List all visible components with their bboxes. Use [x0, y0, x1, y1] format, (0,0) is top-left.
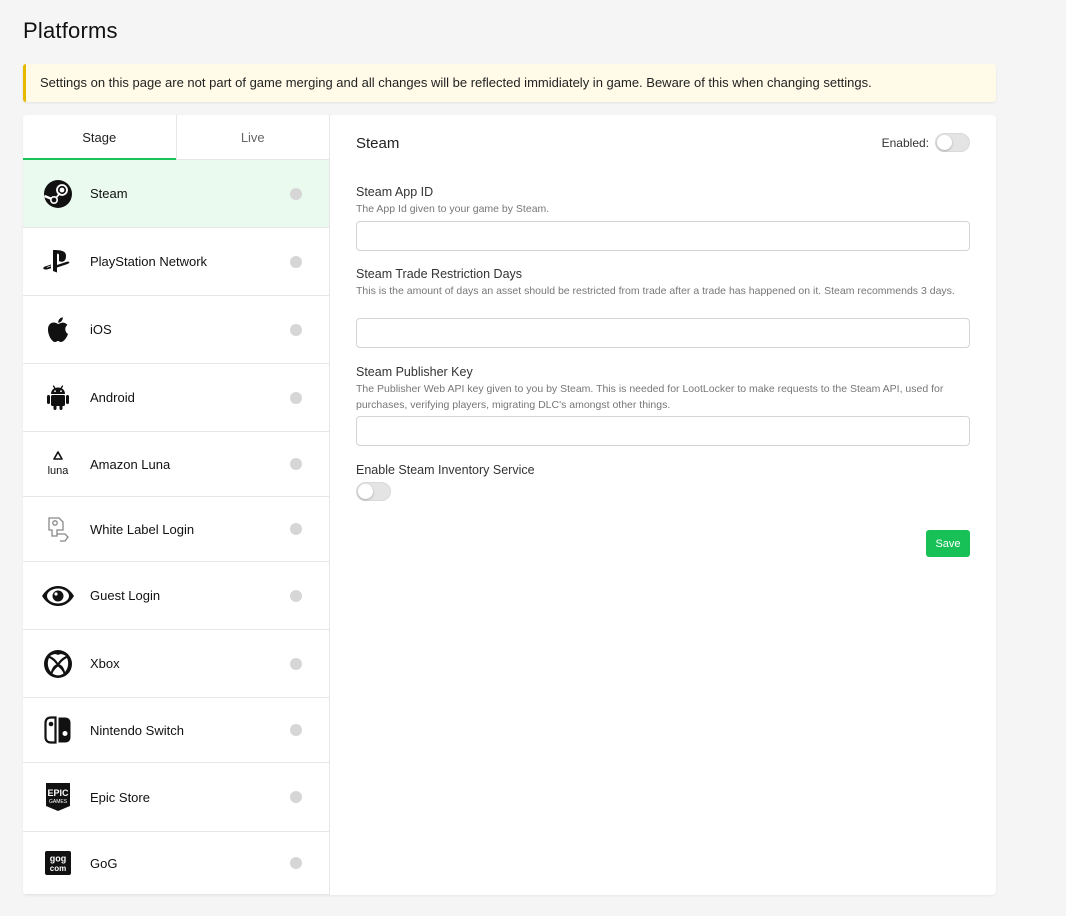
publisher-key-label: Steam Publisher Key: [356, 365, 473, 379]
sidebar-item-steam[interactable]: Steam: [23, 160, 329, 228]
sidebar-item-white-label-login[interactable]: White Label Login: [23, 497, 329, 562]
sidebar-item-gog[interactable]: gog com GoG: [23, 832, 329, 895]
svg-text:com: com: [50, 864, 66, 873]
trade-restriction-label: Steam Trade Restriction Days: [356, 267, 523, 281]
save-button[interactable]: Save: [926, 530, 970, 557]
platform-sidebar: Stage Live Steam PlayStation Network iOS…: [23, 115, 330, 895]
sidebar-item-epic-store[interactable]: EPIC GAMES Epic Store: [23, 763, 329, 832]
sidebar-item-label: Guest Login: [90, 588, 161, 603]
trade-restriction-input[interactable]: [356, 318, 970, 348]
tab-stage[interactable]: Stage: [23, 115, 176, 160]
sidebar-item-playstation-network[interactable]: PlayStation Network: [23, 228, 329, 296]
publisher-key-input[interactable]: [356, 416, 970, 446]
sidebar-item-label: Xbox: [90, 656, 120, 671]
enabled-toggle[interactable]: [935, 133, 970, 152]
svg-text:EPIC: EPIC: [47, 788, 69, 798]
sidebar-item-label: Nintendo Switch: [90, 722, 184, 738]
status-dot: [290, 187, 302, 200]
sidebar-item-nintendo-switch[interactable]: Nintendo Switch: [23, 698, 329, 763]
status-dot: [290, 724, 302, 736]
sidebar-item-label: White Label Login: [90, 521, 195, 537]
app-id-label: Steam App ID: [356, 185, 434, 199]
switch-icon: [41, 713, 75, 747]
warning-notice: Settings on this page are not part of ga…: [23, 64, 996, 102]
sidebar-item-label: PlayStation Network: [90, 254, 208, 269]
enabled-label: Enabled:: [881, 135, 929, 150]
status-dot: [290, 458, 302, 470]
svg-text:luna: luna: [48, 465, 70, 477]
sidebar-item-label: Steam: [90, 186, 128, 201]
tab-live[interactable]: Live: [175, 115, 330, 159]
eye-icon: [41, 579, 75, 613]
status-dot: [290, 391, 302, 404]
status-dot: [290, 589, 302, 602]
playstation-icon: [41, 245, 75, 279]
sidebar-item-ios[interactable]: iOS: [23, 296, 329, 364]
trade-restriction-help: This is the amount of days an asset shou…: [356, 285, 955, 297]
sidebar-item-guest-login[interactable]: Guest Login: [23, 562, 329, 630]
platforms-card: Stage Live Steam PlayStation Network iOS…: [23, 115, 996, 895]
luna-icon: luna: [41, 447, 75, 481]
svg-text:gog: gog: [50, 854, 67, 864]
status-dot: [290, 657, 302, 670]
status-dot: [290, 523, 302, 535]
platform-list: Steam PlayStation Network iOS Android lu…: [23, 160, 329, 895]
inventory-service-label: Enable Steam Inventory Service: [356, 463, 535, 477]
android-icon: [41, 381, 75, 415]
gog-icon: gog com: [41, 846, 75, 880]
environment-tabs: Stage Live: [23, 115, 329, 160]
sidebar-item-label: Amazon Luna: [90, 456, 171, 472]
enabled-control: Enabled:: [882, 133, 970, 152]
page-title: Platforms: [23, 18, 118, 43]
publisher-key-help: The Publisher Web API key given to you b…: [356, 383, 944, 411]
white-label-icon: [41, 512, 75, 546]
settings-title: Steam: [356, 135, 400, 152]
sidebar-item-label: GoG: [90, 855, 118, 871]
app-id-help: The App Id given to your game by Steam.: [356, 203, 550, 215]
xbox-icon: [41, 647, 75, 681]
status-dot: [290, 323, 302, 336]
svg-text:GAMES: GAMES: [49, 799, 68, 805]
status-dot: [290, 791, 302, 803]
status-dot: [290, 857, 302, 869]
sidebar-item-android[interactable]: Android: [23, 364, 329, 432]
sidebar-item-label: Epic Store: [90, 789, 150, 805]
platform-settings: Steam Enabled: Steam App ID The App Id g…: [356, 115, 970, 895]
steam-icon: [41, 177, 75, 211]
app-id-input[interactable]: [356, 221, 970, 251]
sidebar-item-label: iOS: [90, 322, 112, 337]
inventory-service-toggle[interactable]: [356, 482, 391, 501]
epic-icon: EPIC GAMES: [41, 780, 75, 814]
sidebar-item-label: Android: [90, 390, 135, 405]
status-dot: [290, 255, 302, 268]
sidebar-item-amazon-luna[interactable]: luna Amazon Luna: [23, 432, 329, 497]
apple-icon: [41, 313, 75, 347]
sidebar-item-xbox[interactable]: Xbox: [23, 630, 329, 698]
